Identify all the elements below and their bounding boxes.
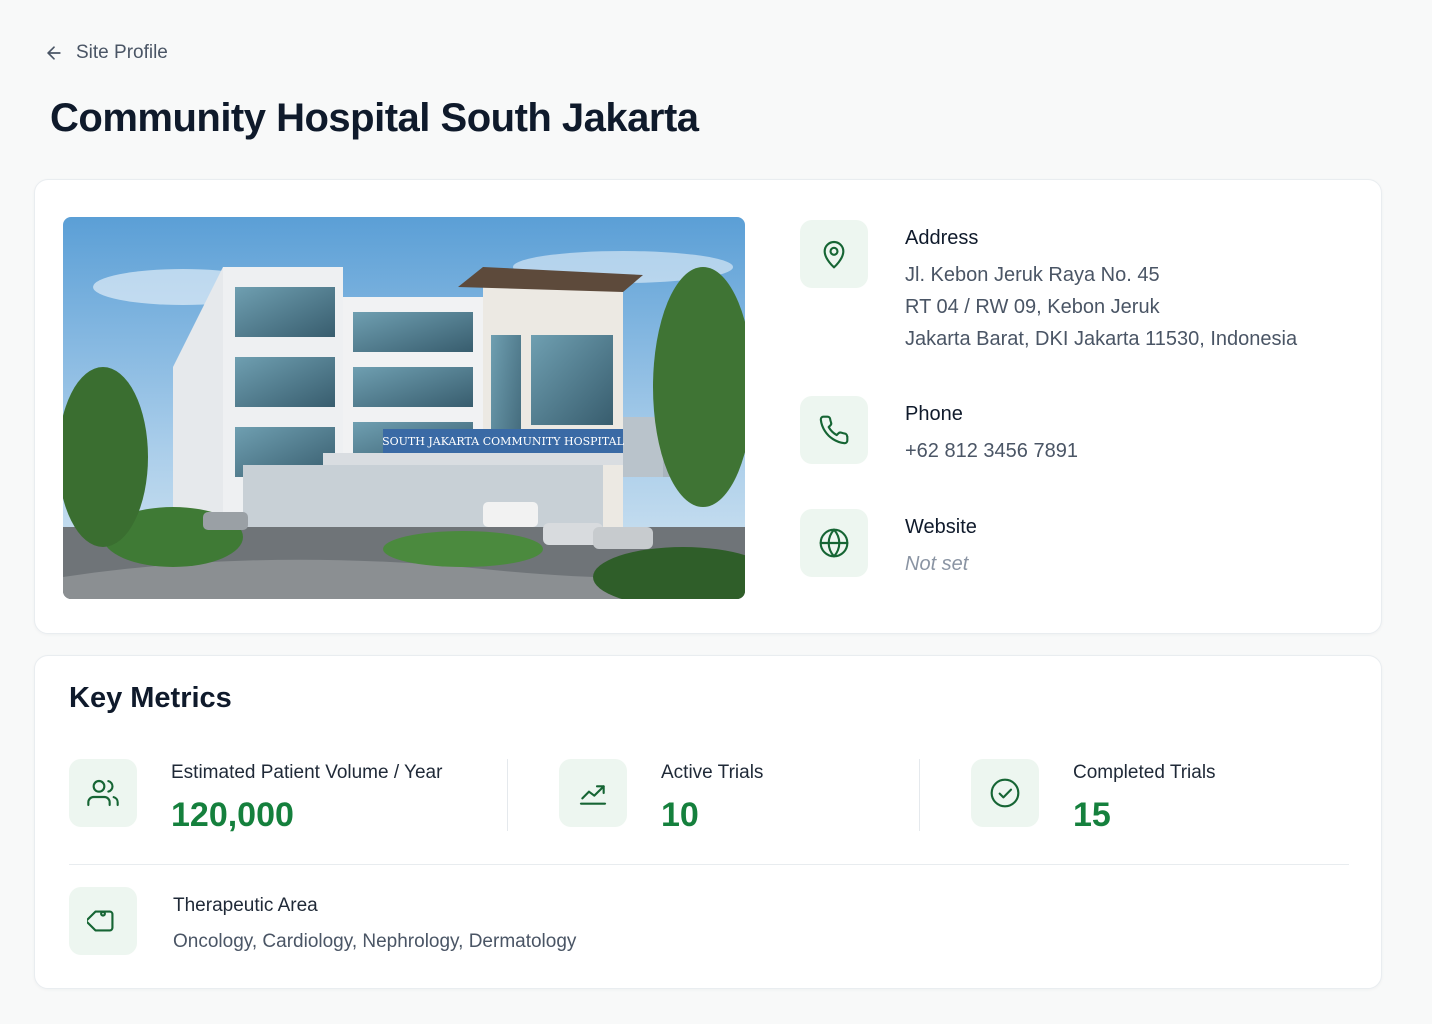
patient-volume-value: 120,000 xyxy=(171,796,294,834)
tag-icon xyxy=(87,910,114,932)
phone-icon xyxy=(819,415,849,445)
website-label: Website xyxy=(905,516,977,538)
key-metrics-card: Key Metrics Estimated Patient Volume / Y… xyxy=(34,655,1382,989)
phone-label: Phone xyxy=(905,403,963,425)
website-value: Not set xyxy=(905,553,969,575)
globe-icon xyxy=(819,528,849,558)
therapeutic-area-label: Therapeutic Area xyxy=(173,895,318,916)
photo-sign-text: SOUTH JAKARTA COMMUNITY HOSPITAL xyxy=(382,435,624,448)
users-icon xyxy=(87,779,119,807)
trending-up-icon xyxy=(579,785,607,805)
back-link[interactable]: Site Profile xyxy=(44,42,168,64)
phone-icon-box xyxy=(800,396,868,464)
active-trials-value: 10 xyxy=(661,796,699,834)
metric-divider xyxy=(919,759,920,831)
back-link-label: Site Profile xyxy=(76,42,168,63)
address-icon-box xyxy=(800,220,868,288)
page-title: Community Hospital South Jakarta xyxy=(50,96,699,140)
site-info-card: SOUTH JAKARTA COMMUNITY HOSPITAL Address… xyxy=(34,179,1382,634)
address-line-3: Jakarta Barat, DKI Jakarta 11530, Indone… xyxy=(905,328,1298,350)
phone-value[interactable]: +62 812 3456 7891 xyxy=(905,435,1078,467)
website-icon-box xyxy=(800,509,868,577)
patient-volume-label: Estimated Patient Volume / Year xyxy=(171,762,443,783)
address-line-1: Jl. Kebon Jeruk Raya No. 45 xyxy=(905,264,1160,286)
address-label: Address xyxy=(905,227,979,249)
map-pin-icon xyxy=(823,240,845,269)
therapeutic-area-value: Oncology, Cardiology, Nephrology, Dermat… xyxy=(173,931,577,952)
check-circle-icon xyxy=(990,778,1020,808)
address-line-2: RT 04 / RW 09, Kebon Jeruk xyxy=(905,296,1160,318)
completed-trials-label: Completed Trials xyxy=(1073,762,1216,783)
key-metrics-title: Key Metrics xyxy=(69,682,232,714)
section-divider xyxy=(69,864,1349,865)
hospital-photo-illustration: SOUTH JAKARTA COMMUNITY HOSPITAL xyxy=(63,217,745,599)
active-trials-label: Active Trials xyxy=(661,762,764,783)
metric-divider xyxy=(507,759,508,831)
completed-trials-icon-box xyxy=(971,759,1039,827)
patient-volume-icon-box xyxy=(69,759,137,827)
therapeutic-area-icon-box xyxy=(69,887,137,955)
site-photo: SOUTH JAKARTA COMMUNITY HOSPITAL xyxy=(63,217,745,599)
completed-trials-value: 15 xyxy=(1073,796,1111,834)
active-trials-icon-box xyxy=(559,759,627,827)
arrow-left-icon xyxy=(47,46,61,60)
